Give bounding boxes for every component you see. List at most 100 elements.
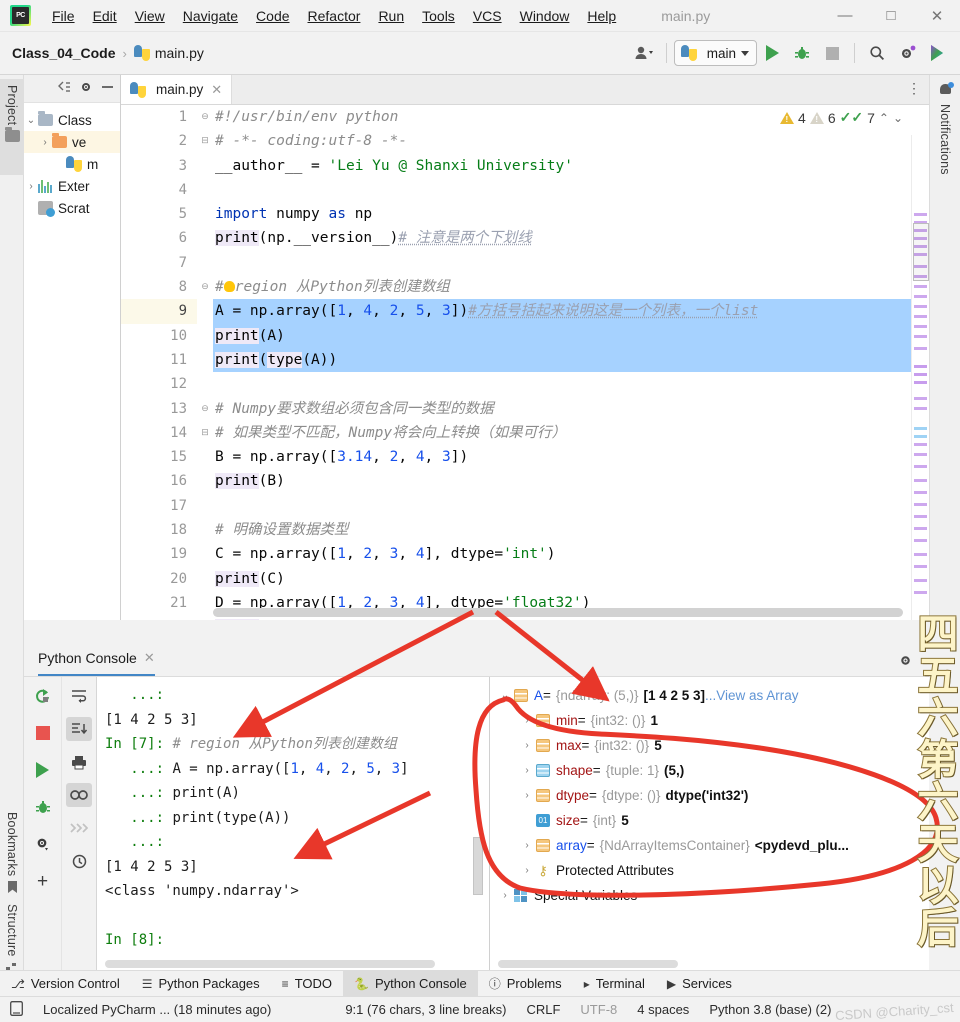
menu-navigate[interactable]: Navigate — [174, 6, 247, 26]
expand-arrow-icon[interactable]: › — [38, 137, 52, 148]
expand-arrow-icon[interactable]: › — [518, 765, 536, 776]
rail-project-button[interactable]: Project — [0, 79, 24, 175]
console-vertical-scrollbar[interactable] — [473, 837, 483, 895]
rerun-button[interactable] — [30, 684, 56, 708]
breadcrumb-project[interactable]: Class_04_Code — [12, 45, 116, 61]
code-line[interactable]: print(np.__version__)# 注意是两个下划线 — [213, 226, 929, 250]
line-number[interactable]: 8 — [121, 275, 197, 299]
close-icon[interactable]: ✕ — [211, 82, 222, 98]
stop-button[interactable] — [817, 39, 847, 67]
code-line[interactable]: # Numpy要求数组必须包含同一类型的数据 — [213, 397, 929, 421]
code-fold-icon[interactable]: ⊖ — [200, 282, 210, 292]
tree-node-mainpy[interactable]: m — [24, 153, 120, 175]
settings-button[interactable] — [892, 39, 922, 67]
code-line[interactable] — [213, 494, 929, 518]
editor-code-area[interactable]: #!/usr/bin/env python # -*- coding:utf-8 … — [213, 105, 929, 620]
history-button[interactable] — [66, 849, 92, 873]
variable-row[interactable]: › Special Variables — [490, 883, 929, 908]
code-line[interactable]: print(B) — [213, 469, 929, 493]
tool-window-button-python-console[interactable]: 🐍 Python Console — [343, 970, 478, 997]
line-number[interactable]: 2 — [121, 129, 197, 153]
expand-arrow-icon[interactable]: › — [518, 715, 536, 726]
tool-window-button-python-packages[interactable]: ☰ Python Packages — [131, 971, 271, 997]
menu-refactor[interactable]: Refactor — [299, 6, 370, 26]
menu-code[interactable]: Code — [247, 6, 298, 26]
console-tab[interactable]: Python Console ✕ — [38, 646, 155, 676]
variable-row[interactable]: › dtype = {dtype: ()} dtype('int32') — [490, 783, 929, 808]
scroll-to-end-button[interactable] — [66, 717, 92, 741]
ide-icon[interactable] — [0, 1000, 33, 1019]
line-number[interactable]: 19 — [121, 542, 197, 566]
menu-tools[interactable]: Tools — [413, 6, 464, 26]
variable-row[interactable]: › max = {int32: ()} 5 — [490, 733, 929, 758]
menu-view[interactable]: View — [126, 6, 174, 26]
step-button[interactable] — [66, 816, 92, 840]
rail-structure-button[interactable]: Structure — [5, 904, 19, 974]
run-button[interactable] — [757, 39, 787, 67]
status-message[interactable]: Localized PyCharm ... (18 minutes ago) — [33, 1002, 281, 1017]
debug-button[interactable] — [30, 795, 56, 819]
expand-arrow-icon[interactable]: ⌄ — [496, 690, 514, 701]
line-number[interactable]: 22 — [121, 615, 197, 620]
code-fold-icon[interactable]: ⊟ — [200, 427, 210, 438]
tool-window-button-todo[interactable]: ≡ TODO — [271, 971, 343, 997]
line-number[interactable]: 6 — [121, 226, 197, 250]
file-encoding[interactable]: UTF-8 — [570, 1002, 627, 1017]
expand-arrow-icon[interactable]: › — [496, 890, 514, 901]
view-as-array-link[interactable]: ...View as Array — [705, 688, 799, 703]
code-line[interactable] — [213, 251, 929, 275]
tree-node-class[interactable]: ⌄ Class — [24, 109, 120, 131]
line-number[interactable]: 16 — [121, 469, 197, 493]
expand-arrow-icon[interactable]: › — [518, 790, 536, 801]
code-line[interactable]: # 明确设置数据类型 — [213, 518, 929, 542]
line-number[interactable]: 7 — [121, 251, 197, 275]
execute-button[interactable] — [30, 758, 56, 782]
expand-arrow-icon[interactable]: › — [24, 181, 38, 192]
line-number[interactable]: 1 — [121, 105, 197, 129]
tree-node-venv[interactable]: › ve — [24, 131, 120, 153]
tree-node-external-libraries[interactable]: › Exter — [24, 175, 120, 197]
caret-position[interactable]: 9:1 (76 chars, 3 line breaks) — [335, 1002, 516, 1017]
line-number[interactable]: 10 — [121, 324, 197, 348]
code-fold-icon[interactable]: ⊖ — [200, 112, 210, 122]
code-line[interactable]: # 如果类型不匹配，Numpy将会向上转换（如果可行） — [213, 421, 929, 445]
code-fold-icon[interactable]: ⊖ — [200, 403, 210, 414]
hide-icon[interactable] — [101, 81, 114, 96]
code-line[interactable] — [213, 372, 929, 396]
tool-window-button-problems[interactable]: ⓘ Problems — [478, 971, 573, 997]
variable-row[interactable]: 01 size = {int} 5 — [490, 808, 929, 833]
editor-inspection-widget[interactable]: 4 6 ✓✓ 7 ⌃ ⌄ — [774, 109, 903, 126]
variables-horizontal-scrollbar[interactable] — [498, 960, 918, 968]
tree-node-scratches[interactable]: Scrat — [24, 197, 120, 219]
rail-bookmarks-button[interactable]: Bookmarks — [5, 812, 19, 894]
code-line[interactable]: B = np.array([3.14, 2, 4, 3]) — [213, 445, 929, 469]
line-number[interactable]: 15 — [121, 445, 197, 469]
menu-window[interactable]: Window — [511, 6, 579, 26]
notifications-rail[interactable]: Notifications — [929, 75, 960, 620]
line-number[interactable]: 13 — [121, 397, 197, 421]
code-line[interactable]: # -*- coding:utf-8 -*- — [213, 129, 929, 153]
collapse-all-icon[interactable] — [57, 81, 71, 96]
menu-run[interactable]: Run — [369, 6, 413, 26]
expand-arrow-icon[interactable]: › — [518, 865, 536, 876]
line-number[interactable]: 17 — [121, 494, 197, 518]
editor-marker-scrollbar[interactable] — [911, 135, 929, 620]
show-variables-button[interactable] — [66, 783, 92, 807]
console-horizontal-scrollbar[interactable] — [105, 960, 489, 968]
menu-edit[interactable]: Edit — [84, 6, 126, 26]
search-everywhere-button[interactable] — [862, 39, 892, 67]
line-number[interactable]: 14 — [121, 421, 197, 445]
run-configuration-selector[interactable]: main — [673, 40, 757, 66]
menu-help[interactable]: Help — [578, 6, 625, 26]
close-icon[interactable]: ✕ — [144, 650, 155, 666]
code-line[interactable] — [213, 178, 929, 202]
chevron-up-icon[interactable]: ⌃ — [879, 111, 889, 125]
variable-row[interactable]: › shape = {tuple: 1} (5,) — [490, 758, 929, 783]
marker-scrollbar-thumb[interactable] — [913, 223, 929, 281]
variable-row[interactable]: › array = {NdArrayItemsContainer} <pydevd_… — [490, 833, 929, 858]
expand-arrow-icon[interactable]: › — [518, 740, 536, 751]
line-number[interactable]: 3 — [121, 154, 197, 178]
stop-button[interactable] — [30, 721, 56, 745]
variable-row[interactable]: ⌄ A = {ndarray: (5,)} [1 4 2 5 3] ...View a… — [490, 683, 929, 708]
expand-arrow-icon[interactable]: › — [518, 840, 536, 851]
